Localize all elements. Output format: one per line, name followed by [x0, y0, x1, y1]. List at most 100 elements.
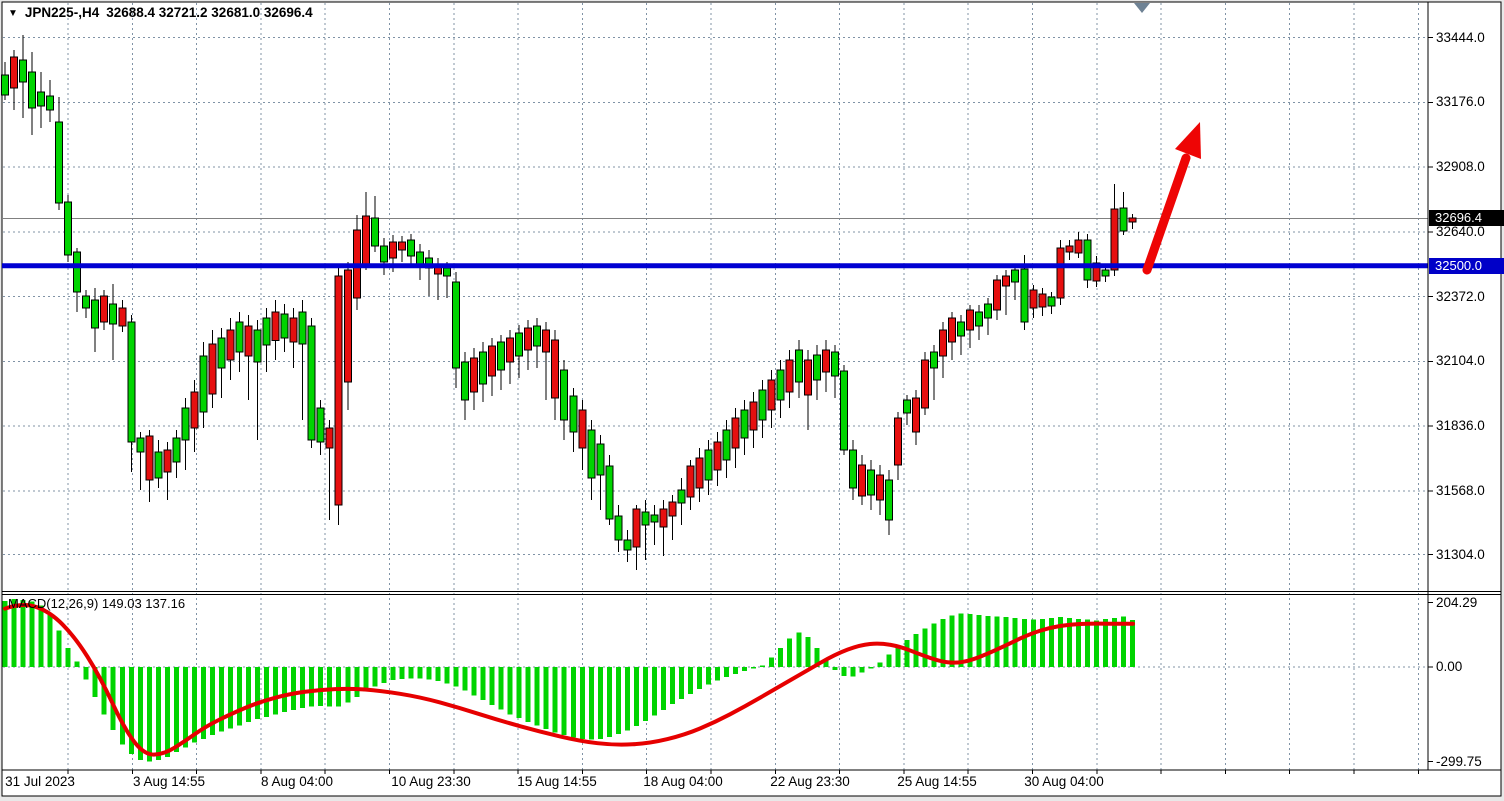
- price-axis-label: 32908.0: [1436, 159, 1485, 175]
- candle-body: [443, 268, 450, 276]
- candle-body: [606, 466, 613, 519]
- candle-body: [74, 252, 81, 292]
- macd-histogram-bar: [499, 667, 504, 710]
- macd-histogram-bar: [75, 661, 80, 667]
- candle-body: [110, 304, 117, 324]
- candle-body: [624, 540, 631, 550]
- macd-histogram-bar: [147, 667, 152, 762]
- macd-histogram-bar: [1103, 619, 1108, 667]
- candle-body: [867, 470, 874, 495]
- macd-histogram-bar: [868, 667, 873, 669]
- candle-body: [795, 350, 802, 382]
- candle-body: [750, 402, 757, 430]
- candle-body: [227, 330, 234, 360]
- candle-body: [1057, 248, 1064, 298]
- macd-histogram-bar: [1004, 617, 1009, 667]
- candle-body: [570, 396, 577, 432]
- macd-histogram-bar: [742, 667, 747, 671]
- candle-body: [290, 318, 297, 342]
- macd-histogram-bar: [1031, 620, 1036, 667]
- macd-histogram-bar: [634, 667, 639, 726]
- candle-body: [155, 452, 162, 478]
- macd-histogram-bar: [390, 667, 395, 680]
- candle-body: [994, 280, 1001, 310]
- candle-body: [236, 322, 243, 352]
- macd-histogram-bar: [688, 667, 693, 694]
- time-axis-label: 18 Aug 04:00: [643, 774, 723, 789]
- macd-histogram-bar: [255, 667, 260, 719]
- macd-histogram-bar: [589, 667, 594, 740]
- price-axis-label: 31836.0: [1436, 418, 1485, 434]
- price-axis-label: 33444.0: [1436, 30, 1485, 46]
- candle-body: [1003, 276, 1010, 286]
- candle-body: [651, 515, 658, 522]
- macd-histogram-bar: [372, 667, 377, 687]
- candle-body: [840, 371, 847, 450]
- candle-body: [642, 512, 649, 525]
- candle-body: [552, 340, 559, 398]
- macd-histogram-bar: [895, 646, 900, 667]
- candle-body: [768, 380, 775, 410]
- macd-histogram-bar: [832, 667, 837, 670]
- candle-body: [480, 352, 487, 384]
- macd-histogram-bar: [661, 667, 666, 710]
- candle-body: [931, 352, 938, 368]
- candle-body: [209, 344, 216, 394]
- candle-body: [813, 355, 820, 380]
- macd-histogram-bar: [237, 667, 242, 725]
- candle-body: [1030, 290, 1037, 308]
- macd-histogram-bar: [408, 667, 413, 678]
- macd-histogram-bar: [841, 667, 846, 676]
- candle-body: [967, 310, 974, 330]
- candle-body: [245, 326, 252, 356]
- price-axis-label: 32372.0: [1436, 289, 1485, 305]
- candle-body: [732, 418, 739, 448]
- macd-histogram-bar: [336, 667, 341, 706]
- candle-body: [561, 370, 568, 420]
- candle-body: [471, 358, 478, 392]
- macd-histogram-bar: [426, 667, 431, 680]
- candle-body: [588, 430, 595, 478]
- macd-histogram-bar: [1076, 619, 1081, 667]
- macd-histogram-bar: [733, 667, 738, 674]
- macd-histogram-bar: [318, 667, 323, 706]
- candle-body: [1120, 208, 1127, 231]
- macd-histogram-bar: [156, 667, 161, 760]
- candle-body: [344, 270, 351, 382]
- candle-body: [894, 418, 901, 465]
- macd-histogram-bar: [607, 667, 612, 737]
- candle-body: [263, 318, 270, 345]
- macd-histogram-bar: [327, 667, 332, 706]
- macd-histogram-bar: [399, 667, 404, 679]
- candle-body: [777, 370, 784, 400]
- candle-body: [308, 326, 315, 440]
- time-axis-label: 10 Aug 23:30: [391, 774, 471, 789]
- candle-body: [913, 398, 920, 432]
- macd-histogram-bar: [517, 667, 522, 718]
- candle-body: [1066, 246, 1073, 252]
- candle-body: [1021, 269, 1028, 322]
- candle-body: [633, 509, 640, 547]
- symbol-period-label: JPN225-,H4: [25, 5, 99, 20]
- time-axis-label: 30 Aug 04:00: [1024, 774, 1104, 789]
- candle-body: [38, 92, 45, 106]
- candle-body: [1039, 294, 1046, 307]
- chart-canvas[interactable]: [0, 0, 1504, 801]
- macd-histogram-bar: [66, 648, 71, 667]
- time-axis-label: 3 Aug 14:55: [133, 774, 205, 789]
- macd-histogram-bar: [850, 667, 855, 676]
- candle-body: [687, 466, 694, 497]
- macd-histogram-bar: [751, 667, 756, 669]
- candle-body: [1084, 240, 1091, 280]
- candle-body: [101, 296, 108, 322]
- symbol-marker-icon: ▼: [8, 9, 18, 19]
- candle-body: [281, 314, 288, 338]
- price-axis-label: 31568.0: [1436, 483, 1485, 499]
- candle-body: [786, 360, 793, 392]
- time-axis-label: 25 Aug 14:55: [897, 774, 977, 789]
- macd-histogram-bar: [544, 667, 549, 729]
- macd-histogram-bar: [796, 632, 801, 667]
- macd-histogram-bar: [381, 667, 386, 683]
- candle-body: [1111, 209, 1118, 270]
- candle-body: [669, 502, 676, 516]
